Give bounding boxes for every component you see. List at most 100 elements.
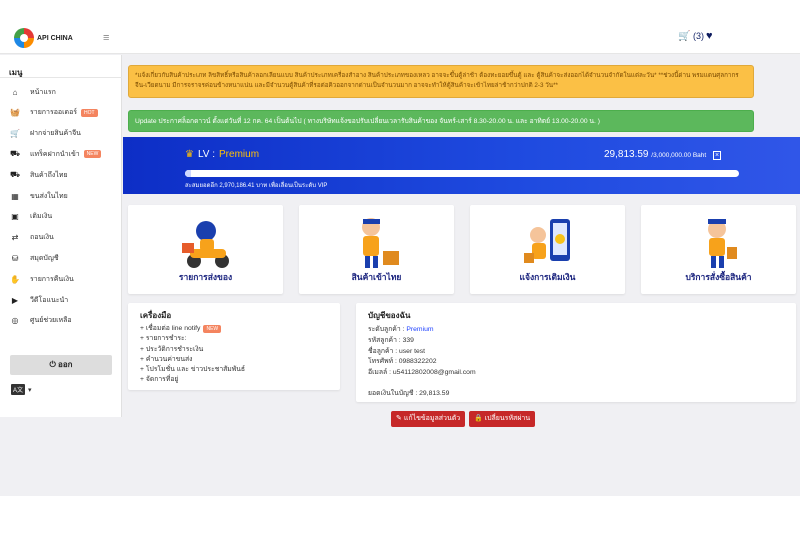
card-imported-goods[interactable]: สินค้าเข้าไทย [299, 205, 454, 294]
sidebar-item[interactable]: ▣ เติมเงิน [0, 207, 122, 227]
sidebar-item-label: วีดีโอแนะนำ [30, 296, 69, 304]
video-icon: ▶ [11, 295, 19, 305]
account-code: รหัสลูกค้า : 339 [368, 336, 414, 344]
level-name: Premium [219, 149, 260, 160]
sidebar-item[interactable]: ⌂ หน้าแรก [0, 82, 122, 102]
sidebar-item-label: สินค้าถึงไทย [30, 171, 68, 179]
lock-icon: 🔒 [474, 415, 483, 422]
level-label: LV : [197, 149, 216, 160]
sidebar-item-label: ฝากจ่ายสินค้าจีน [30, 130, 81, 138]
delivery-truck-icon: ⛟ [9, 170, 21, 180]
logo-icon [14, 28, 34, 48]
sidebar-item[interactable]: 🛒 ฝากจ่ายสินค้าจีน [0, 124, 122, 144]
account-name: ชื่อลูกค้า : user test [368, 347, 426, 355]
card-shipping-list[interactable]: รายการส่งของ [128, 205, 283, 294]
cart-icon: 🛒 [10, 129, 20, 139]
delivery-scooter-icon [181, 221, 229, 268]
phone-payment-icon [523, 219, 570, 263]
hamburger-menu-icon[interactable]: ≡ [103, 32, 109, 44]
change-password-button[interactable]: 🔒 เปลี่ยนรหัสผ่าน [469, 411, 536, 427]
sidebar-item-label: ศูนย์ช่วยเหลือ [30, 317, 72, 325]
close-icon[interactable]: × [713, 151, 721, 160]
card-label: รายการส่งของ [178, 272, 233, 282]
card-purchase-service[interactable]: บริการสั่งซื้อสินค้า [641, 205, 796, 294]
sidebar-item[interactable]: ⛟ แทร็คฝากนำเข้า NEW [0, 144, 122, 164]
sidebar-item[interactable]: ⛁ สมุดบัญชี [0, 248, 122, 268]
card-label: บริการสั่งซื้อสินค้า [685, 272, 752, 282]
cart-icon: 🛒 [678, 31, 691, 42]
sidebar-item[interactable]: ◎ ศูนย์ช่วยเหลือ [0, 311, 122, 331]
sidebar-item-label: รายการคืนเงิน [30, 275, 74, 283]
sidebar-item-label: ขนส่งในไทย [30, 192, 68, 200]
crown-icon: ♛ [185, 149, 194, 160]
caret-down-icon: ▾ [28, 386, 32, 394]
language-selector[interactable]: A文 ▾ [11, 384, 32, 395]
tool-link[interactable]: + รายการชำระ: [140, 334, 328, 344]
heart-icon[interactable]: ♥ [706, 30, 713, 42]
accumulated-amount: 29,813.59 [604, 149, 649, 160]
account-title: บัญชีของฉัน [368, 311, 411, 320]
tools-panel: เครื่องมือ + เชื่อมต่อ line notify NEW + ร… [128, 303, 340, 390]
logo[interactable]: API CHINA [14, 28, 73, 48]
card-topup-notify[interactable]: แจ้งการเติมเงิน [470, 205, 625, 294]
shipping-box-icon: ▦ [11, 191, 19, 201]
level-amount: 29,813.59 /3,000,000.00 Baht × [604, 149, 721, 160]
sidebar-item[interactable]: 🧺 รายการออเดอร์ HOT [0, 103, 122, 123]
tools-list: + เชื่อมต่อ line notify NEW + รายการชำระ: +… [140, 324, 328, 386]
account-balance: ยอดเงินในบัญชี : 29,813.59 [368, 389, 450, 397]
menu-badge: HOT [81, 108, 98, 117]
refund-hand-icon: ✋ [10, 274, 20, 284]
divider [0, 77, 122, 78]
tool-link[interactable]: + คำนวนค่าขนส่ง [140, 355, 328, 365]
update-alert: Update ประกาศล็อกดาวน์ ตั้งแต่วันที่ 12 … [128, 110, 754, 132]
card-label: แจ้งการเติมเงิน [519, 272, 576, 282]
sidebar-item-label: เติมเงิน [30, 213, 53, 221]
power-icon: ⏻ [49, 360, 56, 369]
sidebar: เมนู ⌂ หน้าแรก 🧺 รายการออเดอร์ HOT 🛒 ฝากจ่ายสิ… [0, 55, 122, 417]
language-icon: A文 [11, 384, 26, 395]
level-progress-fill [185, 170, 191, 177]
edit-profile-button[interactable]: ✎ แก้ไขข้อมูลส่วนตัว [391, 411, 466, 427]
account-level-value: Premium [406, 326, 434, 333]
logout-button[interactable]: ⏻ ออก [10, 355, 112, 375]
account-level-label: ระดับลูกค้า : [368, 326, 407, 333]
sidebar-item[interactable]: ⇄ ถอนเงิน [0, 228, 122, 248]
tool-link-label: + รายการชำระ: [140, 335, 187, 343]
tool-link-label: + ประวัติการชำระเงิน [140, 345, 204, 353]
top-bar: API CHINA ≡ 🛒 (3) ♥ [0, 22, 800, 54]
exchange-icon: ⇄ [11, 233, 19, 243]
account-phone: โทรศัพท์ : 0988322202 [368, 358, 437, 366]
shopping-service-icon [707, 219, 737, 268]
sidebar-item-label: หน้าแรก [30, 88, 56, 96]
account-panel: บัญชีของฉัน ระดับลูกค้า : Premium รหัสลู… [356, 303, 796, 402]
truck-icon: ⛟ [9, 149, 21, 159]
cart-button[interactable]: 🛒 (3) [678, 31, 704, 42]
menu-badge: NEW [83, 150, 102, 159]
warning-alert: *แจ้งเกี่ยวกับสินค้าประเภท ลิขสิทธิ์หรือ… [128, 65, 754, 98]
edit-profile-label: แก้ไขข้อมูลส่วนตัว [403, 415, 461, 422]
sidebar-item-label: รายการออเดอร์ [30, 109, 78, 117]
tool-link-label: + คำนวนค่าขนส่ง [140, 355, 193, 363]
level-limit: /3,000,000.00 Baht [651, 152, 707, 159]
basket-icon: 🧺 [10, 108, 20, 118]
help-icon: ◎ [11, 316, 19, 326]
tool-link[interactable]: + ประวัติการชำระเงิน [140, 345, 328, 355]
logo-text: API CHINA [37, 34, 73, 42]
tool-link[interactable]: + จัดการที่อยู่ [140, 375, 328, 385]
tool-link[interactable]: + เชื่อมต่อ line notify NEW [140, 324, 328, 334]
account-level: ระดับลูกค้า : Premium [368, 325, 784, 336]
page: API CHINA ≡ 🛒 (3) ♥ เมนู ⌂ หน้าแรก 🧺 รายการ… [0, 22, 800, 496]
sidebar-item[interactable]: ✋ รายการคืนเงิน [0, 269, 122, 289]
home-icon: ⌂ [12, 87, 18, 97]
card-label: สินค้าเข้าไทย [351, 272, 402, 282]
tool-link[interactable]: + โปรโมชั่น และ ข่าวประชาสัมพันธ์ [140, 365, 328, 375]
sidebar-item[interactable]: ▦ ขนส่งในไทย [0, 186, 122, 206]
sidebar-item[interactable]: ▶ วีดีโอแนะนำ [0, 290, 122, 310]
logout-label: ออก [58, 360, 73, 369]
sidebar-item-label: สมุดบัญชี [30, 254, 59, 262]
courier-boxes-icon [361, 218, 399, 268]
change-password-label: เปลี่ยนรหัสผ่าน [484, 415, 531, 422]
tool-link-label: + เชื่อมต่อ line notify [140, 325, 201, 332]
tools-title: เครื่องมือ [140, 311, 172, 320]
sidebar-item[interactable]: ⛟ สินค้าถึงไทย [0, 165, 122, 185]
